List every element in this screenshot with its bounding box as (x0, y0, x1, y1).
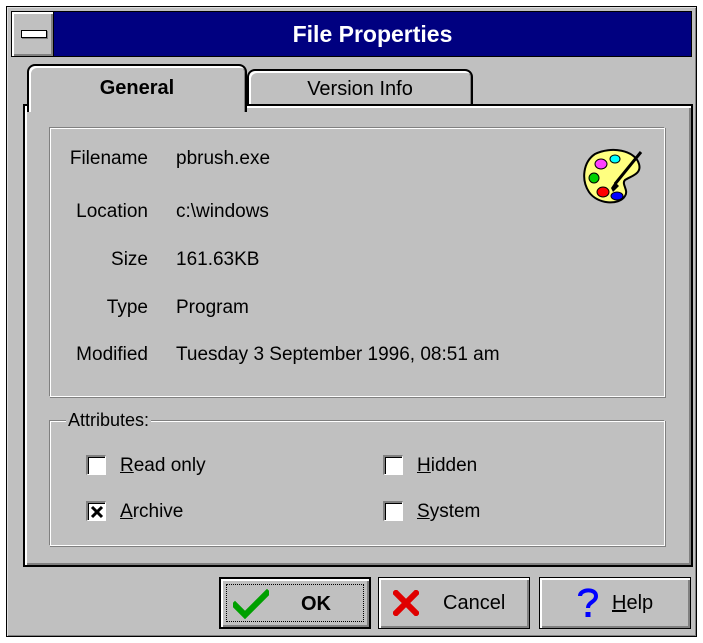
type-row: Type Program (50, 293, 650, 323)
cancel-button[interactable]: Cancel (378, 577, 530, 629)
check-x-mark-icon (90, 505, 104, 519)
system-menu-icon (21, 30, 47, 38)
modified-label: Modified (76, 344, 148, 365)
read-only-label: Read only (120, 455, 206, 476)
help-label: Help (612, 592, 654, 614)
question-mark-icon (578, 588, 599, 617)
system-menu-button[interactable] (12, 12, 54, 56)
hidden-label: Hidden (417, 455, 478, 476)
attributes-legend: Attributes: (66, 408, 152, 432)
archive-label: Archive (120, 501, 184, 522)
size-value: 161.63KB (176, 249, 260, 270)
size-row: Size 161.63KB (50, 245, 650, 275)
type-value: Program (176, 297, 249, 318)
archive-checkbox-box[interactable] (86, 501, 106, 521)
filename-value: pbrush.exe (176, 148, 271, 169)
tab-version-info[interactable]: Version Info (247, 69, 473, 107)
file-info-group: Filename pbrush.exe Location c:\windows … (49, 127, 665, 397)
ok-button[interactable]: OK (219, 577, 371, 629)
system-checkbox[interactable]: System (383, 498, 523, 526)
location-value: c:\windows (176, 201, 269, 222)
filename-row: Filename pbrush.exe (50, 144, 650, 174)
window-title: File Properties (292, 21, 453, 47)
paint-palette-icon (583, 148, 643, 204)
ok-label: OK (301, 593, 331, 615)
system-label: System (417, 501, 481, 522)
help-button[interactable]: Help (539, 577, 691, 629)
read-only-checkbox[interactable]: Read only (86, 452, 246, 480)
filename-label: Filename (69, 148, 148, 169)
x-icon (393, 590, 419, 616)
title-bar[interactable]: File Properties (11, 11, 692, 57)
hidden-checkbox-box[interactable] (383, 455, 403, 475)
modified-value: Tuesday 3 September 1996, 08:51 am (176, 344, 500, 365)
location-row: Location c:\windows (50, 197, 650, 227)
archive-checkbox[interactable]: Archive (86, 498, 246, 526)
checkmark-icon (233, 589, 269, 619)
type-label: Type (106, 297, 148, 318)
cancel-label: Cancel (443, 592, 506, 614)
system-checkbox-box[interactable] (383, 501, 403, 521)
modified-row: Modified Tuesday 3 September 1996, 08:51… (50, 340, 650, 370)
read-only-checkbox-box[interactable] (86, 455, 106, 475)
file-properties-dialog: File Properties General Version Info Fil… (6, 6, 697, 637)
size-label: Size (111, 249, 148, 270)
general-tab-panel: Filename pbrush.exe Location c:\windows … (23, 104, 693, 567)
location-label: Location (76, 201, 148, 222)
attributes-group: Attributes: Read only Hidden Archive Sys… (49, 408, 665, 546)
tab-general[interactable]: General (27, 64, 247, 112)
hidden-checkbox[interactable]: Hidden (383, 452, 523, 480)
